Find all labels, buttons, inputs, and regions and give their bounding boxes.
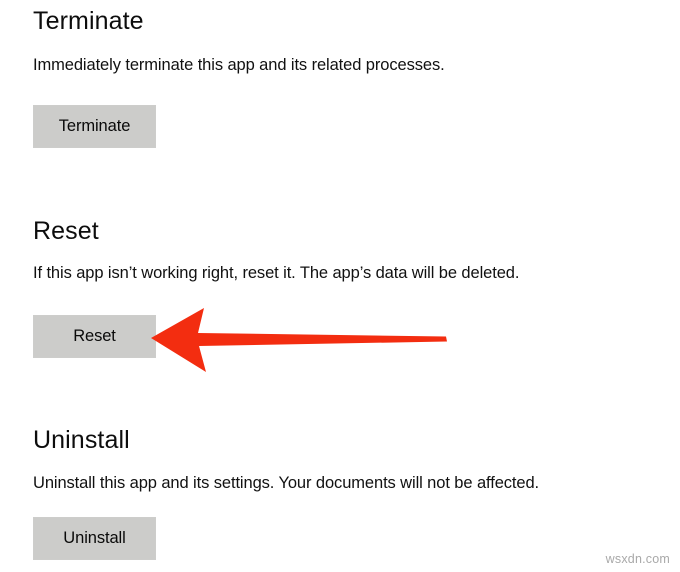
watermark-text: wsxdn.com (605, 552, 670, 566)
terminate-section-heading: Terminate (33, 7, 144, 35)
uninstall-button-container: Uninstall (33, 517, 156, 560)
app-settings-page: Terminate Immediately terminate this app… (0, 0, 680, 572)
reset-button[interactable]: Reset (33, 315, 156, 358)
reset-section-heading: Reset (33, 217, 99, 245)
terminate-button-container: Terminate (33, 105, 156, 148)
terminate-section-description: Immediately terminate this app and its r… (33, 56, 445, 74)
uninstall-section-description: Uninstall this app and its settings. You… (33, 474, 540, 492)
terminate-button[interactable]: Terminate (33, 105, 156, 148)
left-arrow-icon (151, 308, 447, 372)
uninstall-button[interactable]: Uninstall (33, 517, 156, 560)
reset-section-description: If this app isn’t working right, reset i… (33, 264, 520, 282)
reset-button-container: Reset (33, 315, 156, 358)
arrow-shape (151, 308, 447, 372)
uninstall-section-heading: Uninstall (33, 426, 130, 454)
